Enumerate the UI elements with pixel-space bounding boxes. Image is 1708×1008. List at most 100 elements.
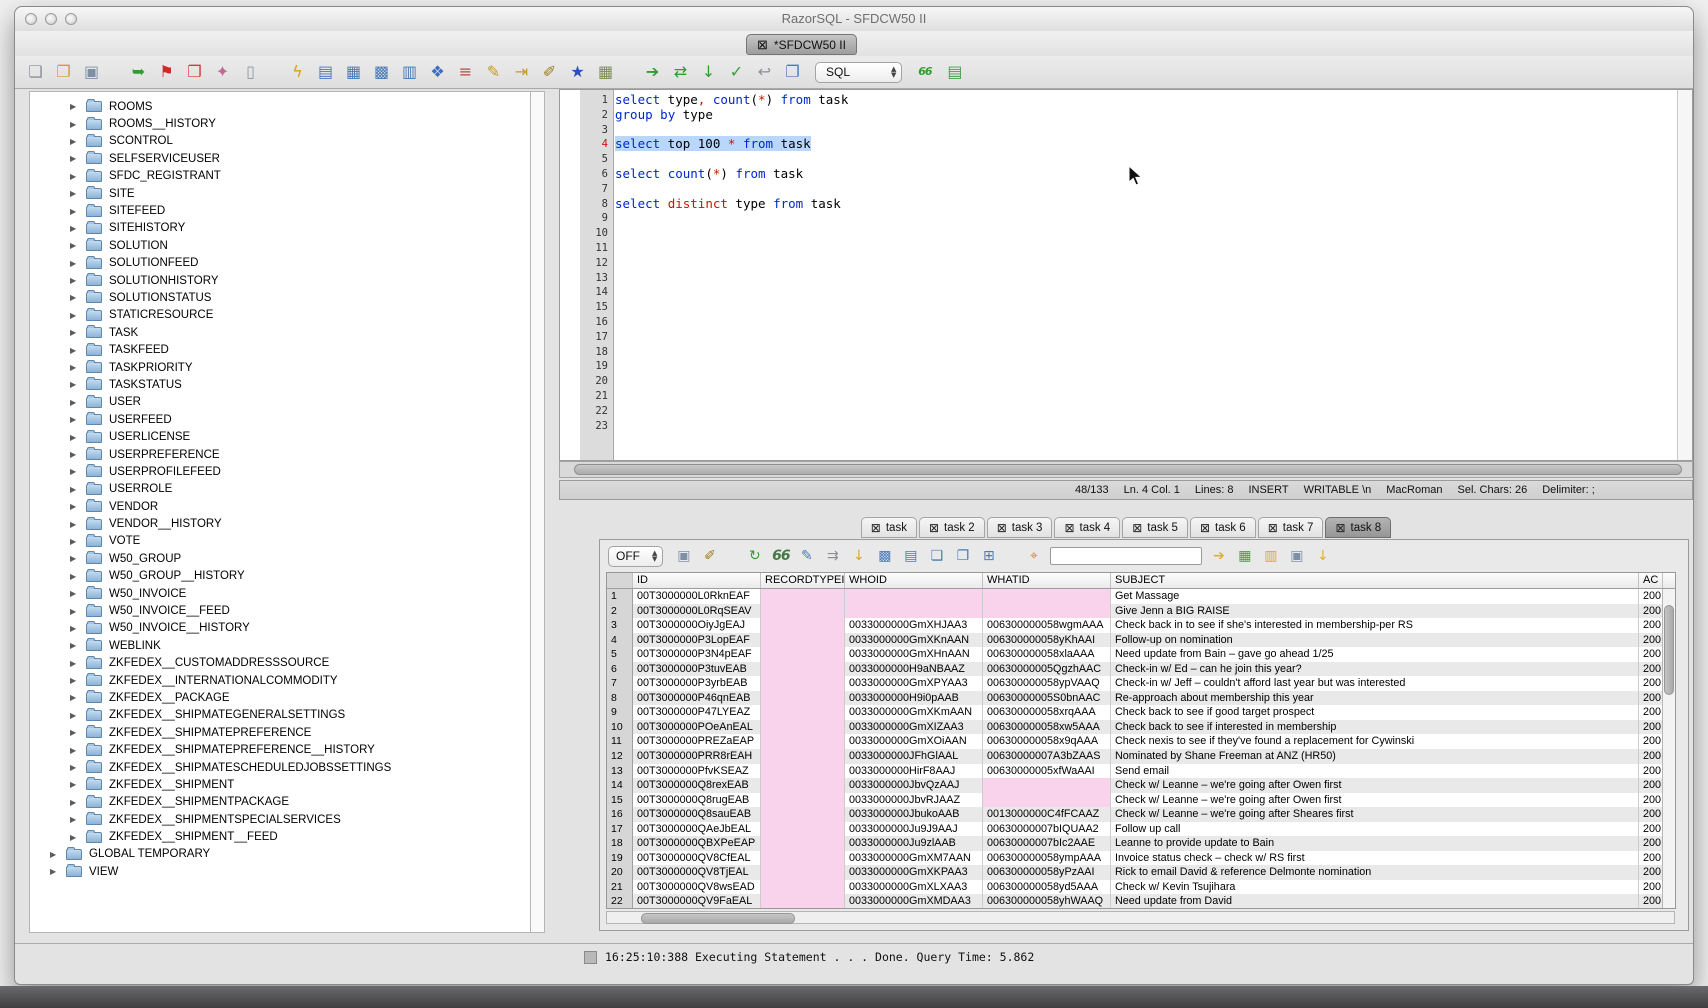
tree-item-global-temporary[interactable]: ▶GLOBAL TEMPORARY xyxy=(30,846,530,863)
whoid-cell[interactable]: 0033000000JFhGlAAL xyxy=(845,749,983,764)
table-row[interactable]: 800T3000000P46qnEAB0033000000H9i0pAAB006… xyxy=(607,691,1675,706)
sql-mode-dropdown[interactable]: SQL ▲▼ xyxy=(815,62,902,83)
open-file-icon[interactable]: ❐ xyxy=(53,62,74,82)
tree-item-userlicense[interactable]: ▶USERLICENSE xyxy=(30,428,530,445)
disclosure-triangle-icon[interactable]: ▶ xyxy=(70,798,82,807)
ac-cell[interactable]: 200 xyxy=(1639,749,1663,764)
generate-sql-icon[interactable]: ▩ xyxy=(371,62,392,82)
column-header-id[interactable]: ID xyxy=(633,573,761,588)
whatid-cell[interactable]: 006300000058xw5AAA xyxy=(983,720,1111,735)
disclosure-triangle-icon[interactable]: ▶ xyxy=(70,711,82,720)
fetch-more-icon[interactable]: ↓ xyxy=(698,62,719,82)
disclosure-triangle-icon[interactable]: ▶ xyxy=(70,676,82,685)
whatid-cell[interactable]: 006300000058xlaAAA xyxy=(983,647,1111,662)
id-cell[interactable]: 00T3000000P46qnEAB xyxy=(633,691,761,706)
ac-cell[interactable]: 200 xyxy=(1639,851,1663,866)
tree-item-w50-invoice[interactable]: ▶W50_INVOICE xyxy=(30,585,530,602)
sql-code-area[interactable]: select type, count(*) from taskgroup by … xyxy=(615,90,1678,460)
row-number[interactable]: 7 xyxy=(607,676,633,691)
table-row[interactable]: 700T3000000P3yrbEAB0033000000GmXPYAA3006… xyxy=(607,676,1675,691)
disclosure-triangle-icon[interactable]: ▶ xyxy=(70,415,82,424)
row-number[interactable]: 11 xyxy=(607,734,633,749)
tree-item-zkfedex-shipmatepreference[interactable]: ▶ZKFEDEX__SHIPMATEPREFERENCE xyxy=(30,724,530,741)
recordtypeid-cell[interactable] xyxy=(761,705,845,720)
close-tab-icon[interactable]: ⊠ xyxy=(1200,522,1210,534)
favorites-star-icon[interactable]: ★ xyxy=(567,62,588,82)
tree-item-zkfedex-shipment-feed[interactable]: ▶ZKFEDEX__SHIPMENT__FEED xyxy=(30,828,530,845)
indent-sql-icon[interactable]: ⇥ xyxy=(511,62,532,82)
ac-cell[interactable]: 200 xyxy=(1639,894,1663,909)
grid-vertical-scrollbar[interactable] xyxy=(1662,589,1675,908)
id-cell[interactable]: 00T3000000QV8TjEAL xyxy=(633,865,761,880)
whoid-cell[interactable]: 0033000000H9i0pAAB xyxy=(845,691,983,706)
edit-results-icon[interactable]: ✐ xyxy=(700,546,719,566)
create-flag-icon[interactable]: ⚑ xyxy=(156,62,177,82)
ac-cell[interactable]: 200 xyxy=(1639,618,1663,633)
whoid-cell[interactable]: 0033000000GmXHnAAN xyxy=(845,647,983,662)
new-file-icon[interactable]: ❏ xyxy=(25,62,46,82)
execute-query-icon[interactable]: ➔ xyxy=(642,62,663,82)
disclosure-triangle-icon[interactable]: ▶ xyxy=(70,572,82,581)
tree-item-site[interactable]: ▶SITE xyxy=(30,185,530,202)
tree-item-solutionhistory[interactable]: ▶SOLUTIONHISTORY xyxy=(30,272,530,289)
table-row[interactable]: 1700T3000000QAeJbEAL0033000000Ju9J9AAJ00… xyxy=(607,822,1675,837)
table-row[interactable]: 300T3000000OiyJgEAJ0033000000GmXHJAA3006… xyxy=(607,618,1675,633)
whoid-cell[interactable]: 0033000000JbukoAAB xyxy=(845,807,983,822)
disclosure-triangle-icon[interactable]: ▶ xyxy=(70,607,82,616)
subject-cell[interactable]: Send email xyxy=(1111,764,1639,779)
disclosure-triangle-icon[interactable]: ▶ xyxy=(70,450,82,459)
row-number[interactable]: 20 xyxy=(607,865,633,880)
query-builder-icon[interactable]: ▦ xyxy=(343,62,364,82)
tree-item-w50-invoice-history[interactable]: ▶W50_INVOICE__HISTORY xyxy=(30,620,530,637)
insert-rows-icon[interactable]: ↓ xyxy=(849,546,868,566)
tree-item-staticresource[interactable]: ▶STATICRESOURCE xyxy=(30,307,530,324)
close-tab-icon[interactable]: ⊠ xyxy=(1268,522,1278,534)
title-bar[interactable]: RazorSQL - SFDCW50 II xyxy=(15,7,1693,32)
tree-item-zkfedex-customaddresssource[interactable]: ▶ZKFEDEX__CUSTOMADDRESSSOURCE xyxy=(30,655,530,672)
sidebar-scrollbar[interactable] xyxy=(531,91,545,933)
tree-item-zkfedex-shipmatepreference-history[interactable]: ▶ZKFEDEX__SHIPMATEPREFERENCE__HISTORY xyxy=(30,741,530,758)
disclosure-triangle-icon[interactable]: ▶ xyxy=(70,693,82,702)
tree-item-weblink[interactable]: ▶WEBLINK xyxy=(30,637,530,654)
id-cell[interactable]: 00T3000000Q8rugEAB xyxy=(633,793,761,808)
whoid-cell[interactable]: 0033000000GmXLXAA3 xyxy=(845,880,983,895)
tree-item-selfserviceuser[interactable]: ▶SELFSERVICEUSER xyxy=(30,150,530,167)
id-cell[interactable]: 00T3000000P3LopEAF xyxy=(633,633,761,648)
recordtypeid-cell[interactable] xyxy=(761,836,845,851)
save-results-icon[interactable]: ▣ xyxy=(674,546,693,566)
result-tab-task-3[interactable]: ⊠task 3 xyxy=(987,517,1053,538)
db-object-icon[interactable]: ▯ xyxy=(240,62,261,82)
grid-vscroll-thumb[interactable] xyxy=(1664,605,1674,695)
disclosure-triangle-icon[interactable]: ▶ xyxy=(70,537,82,546)
disclosure-triangle-icon[interactable]: ▶ xyxy=(70,815,82,824)
table-row[interactable]: 1000T3000000POeAnEAL0033000000GmXIZAA300… xyxy=(607,720,1675,735)
recordtypeid-cell[interactable] xyxy=(761,633,845,648)
disclosure-triangle-icon[interactable]: ▶ xyxy=(70,276,82,285)
row-number[interactable]: 5 xyxy=(607,647,633,662)
subject-cell[interactable]: Nominated by Shane Freeman at ANZ (HR50) xyxy=(1111,749,1639,764)
whoid-cell[interactable]: 0033000000GmXHJAA3 xyxy=(845,618,983,633)
row-number[interactable]: 2 xyxy=(607,604,633,619)
whoid-cell[interactable]: 0033000000Ju9zlAAB xyxy=(845,836,983,851)
tree-item-vendor[interactable]: ▶VENDOR xyxy=(30,498,530,515)
table-copy-icon[interactable]: ⊞ xyxy=(979,546,998,566)
recordtypeid-cell[interactable] xyxy=(761,720,845,735)
id-cell[interactable]: 00T3000000P3tuvEAB xyxy=(633,662,761,677)
table-row[interactable]: 1300T3000000PfvKSEAZ0033000000HirF8AAJ00… xyxy=(607,764,1675,779)
execute-lightning-icon[interactable]: ϟ xyxy=(287,62,308,82)
ac-cell[interactable]: 200 xyxy=(1639,880,1663,895)
whatid-cell[interactable] xyxy=(983,604,1111,619)
whatid-cell[interactable] xyxy=(983,793,1111,808)
result-tab-task-6[interactable]: ⊠task 6 xyxy=(1190,517,1256,538)
sql-editor[interactable]: 1234567891011121314151617181920212223 se… xyxy=(559,89,1693,461)
recordtypeid-cell[interactable] xyxy=(761,647,845,662)
row-number[interactable]: 19 xyxy=(607,851,633,866)
column-list-icon[interactable]: ≡ xyxy=(455,62,476,82)
disclosure-triangle-icon[interactable]: ▶ xyxy=(70,293,82,302)
tree-item-taskpriority[interactable]: ▶TASKPRIORITY xyxy=(30,359,530,376)
whatid-cell[interactable]: 006300000058yPzAAI xyxy=(983,865,1111,880)
recordtypeid-cell[interactable] xyxy=(761,734,845,749)
result-tab-task-4[interactable]: ⊠task 4 xyxy=(1054,517,1120,538)
ac-cell[interactable]: 200 xyxy=(1639,822,1663,837)
subject-cell[interactable]: Follow-up on nomination xyxy=(1111,633,1639,648)
